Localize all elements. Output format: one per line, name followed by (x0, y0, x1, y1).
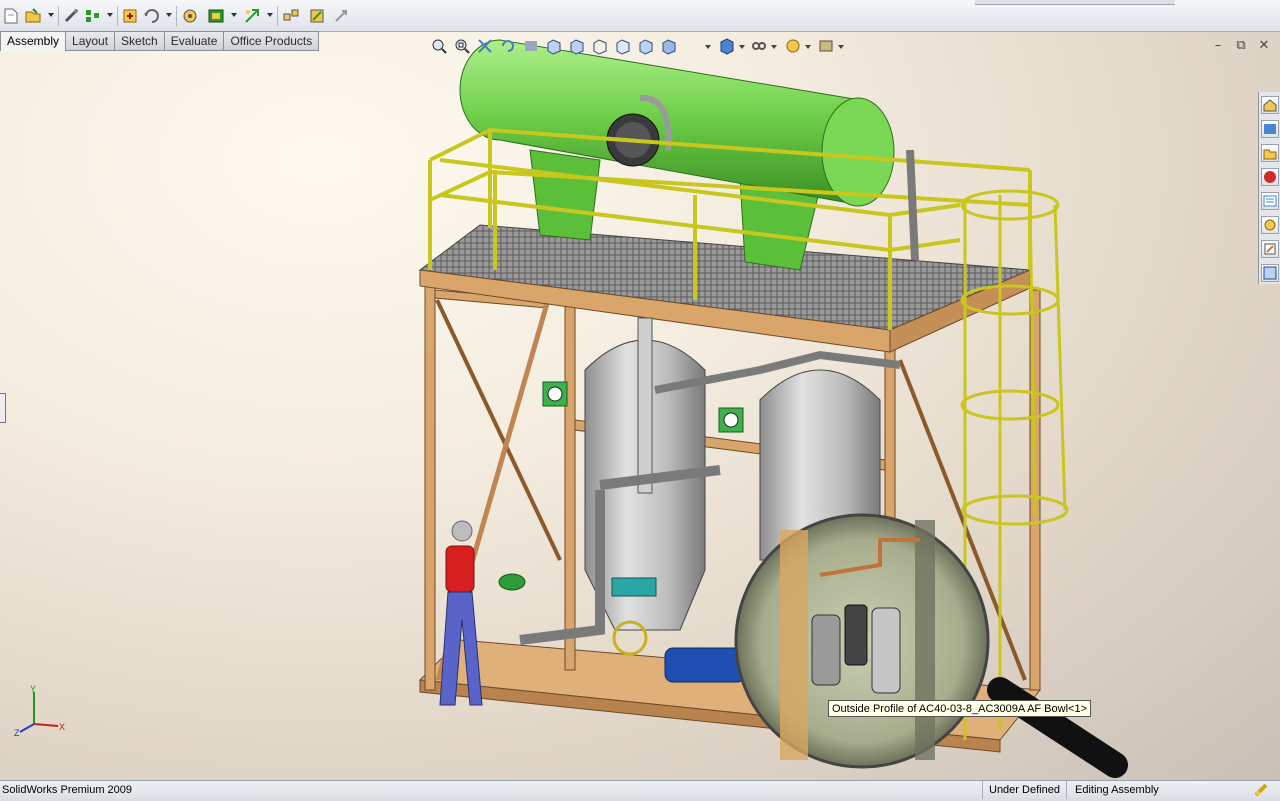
status-bar: SolidWorks Premium 2009 Under Defined Ed… (0, 780, 1280, 801)
chevron-down-icon[interactable] (771, 45, 777, 49)
hole-series-icon[interactable] (308, 7, 326, 25)
appearance-sphere-icon[interactable] (784, 37, 802, 55)
chevron-down-icon[interactable] (231, 13, 237, 17)
open-document-icon[interactable] (24, 7, 42, 25)
apply-scene-icon[interactable] (637, 37, 655, 55)
custom-properties-icon[interactable] (1261, 240, 1279, 258)
hide-show-icon[interactable] (591, 37, 609, 55)
move-component-icon[interactable] (207, 7, 225, 25)
status-product-name: SolidWorks Premium 2009 (2, 784, 133, 796)
toolbar-separator (176, 6, 177, 26)
toolbar-separator (277, 6, 278, 26)
chevron-down-icon[interactable] (805, 45, 811, 49)
minimize-button[interactable]: – (1211, 39, 1225, 53)
explode-view-icon[interactable] (282, 7, 300, 25)
rebuild-icon[interactable] (1254, 783, 1268, 797)
chevron-down-icon[interactable] (107, 13, 113, 17)
restore-button[interactable]: ⧉ (1234, 39, 1248, 53)
tab-layout[interactable]: Layout (66, 31, 116, 51)
toolbar-separator (58, 6, 59, 26)
command-manager-tabs: Assembly Layout Sketch Evaluate Office P… (0, 31, 320, 51)
view-settings-icon[interactable] (660, 37, 678, 55)
heads-up-view-toolbar (430, 37, 850, 57)
triad-z-axis (19, 723, 35, 733)
section-view-icon[interactable] (522, 37, 540, 55)
triad-z-label: Z (14, 728, 20, 738)
graphics-area[interactable] (0, 0, 1280, 780)
display-style-icon[interactable] (568, 37, 586, 55)
chevron-down-icon[interactable] (267, 13, 273, 17)
search-box[interactable] (975, 0, 1175, 5)
status-definition: Under Defined (982, 781, 1060, 799)
tab-evaluate[interactable]: Evaluate (164, 31, 225, 51)
chevron-down-icon[interactable] (705, 45, 711, 49)
view-cube-icon[interactable] (718, 37, 736, 55)
options-icon[interactable] (62, 7, 80, 25)
appearances-icon[interactable] (1261, 216, 1279, 234)
main-toolbar (0, 0, 1280, 32)
previous-view-icon[interactable] (476, 37, 494, 55)
document-recovery-icon[interactable] (1261, 264, 1279, 282)
triad-y-label: Y (30, 684, 36, 694)
chevron-down-icon[interactable] (739, 45, 745, 49)
hide-show-items-icon[interactable] (750, 37, 768, 55)
triad-x-axis (33, 723, 59, 727)
rotate-view-icon[interactable] (499, 37, 517, 55)
triad-x-label: X (59, 722, 65, 732)
scene-icon[interactable] (817, 37, 835, 55)
chevron-down-icon[interactable] (166, 13, 172, 17)
edit-appearance-icon[interactable] (614, 37, 632, 55)
tab-sketch[interactable]: Sketch (115, 31, 165, 51)
task-pane (1258, 92, 1280, 284)
toolbar-separator (117, 6, 118, 26)
instant3d-icon[interactable] (332, 7, 350, 25)
chevron-down-icon[interactable] (838, 45, 844, 49)
mate-icon[interactable] (121, 7, 139, 25)
design-library-icon[interactable] (1261, 120, 1279, 138)
view-palette-icon[interactable] (1261, 192, 1279, 210)
solidworks-resources-icon[interactable] (1261, 96, 1279, 114)
tab-assembly[interactable]: Assembly (0, 31, 67, 51)
magnifying-glass[interactable] (734, 513, 1128, 778)
feature-manager-collapse-handle[interactable] (0, 393, 6, 423)
insert-component-icon[interactable] (143, 7, 161, 25)
reference-triad: Y X Z (14, 684, 65, 738)
measure-icon[interactable] (84, 7, 102, 25)
component-tooltip: Outside Profile of AC40-03-8_AC3009A AF … (828, 700, 1091, 717)
chevron-down-icon[interactable] (48, 13, 54, 17)
search-icon[interactable] (1261, 168, 1279, 186)
new-document-icon[interactable] (2, 7, 20, 25)
status-edit-mode: Editing Assembly (1066, 781, 1159, 799)
assembly-features-icon[interactable] (243, 7, 261, 25)
zoom-to-fit-icon[interactable] (430, 37, 448, 55)
zoom-to-area-icon[interactable] (453, 37, 471, 55)
file-explorer-icon[interactable] (1261, 144, 1279, 162)
smart-fasteners-icon[interactable] (181, 7, 199, 25)
close-button[interactable]: ✕ (1257, 39, 1271, 53)
view-orientation-icon[interactable] (545, 37, 563, 55)
tab-office-products[interactable]: Office Products (224, 31, 320, 51)
